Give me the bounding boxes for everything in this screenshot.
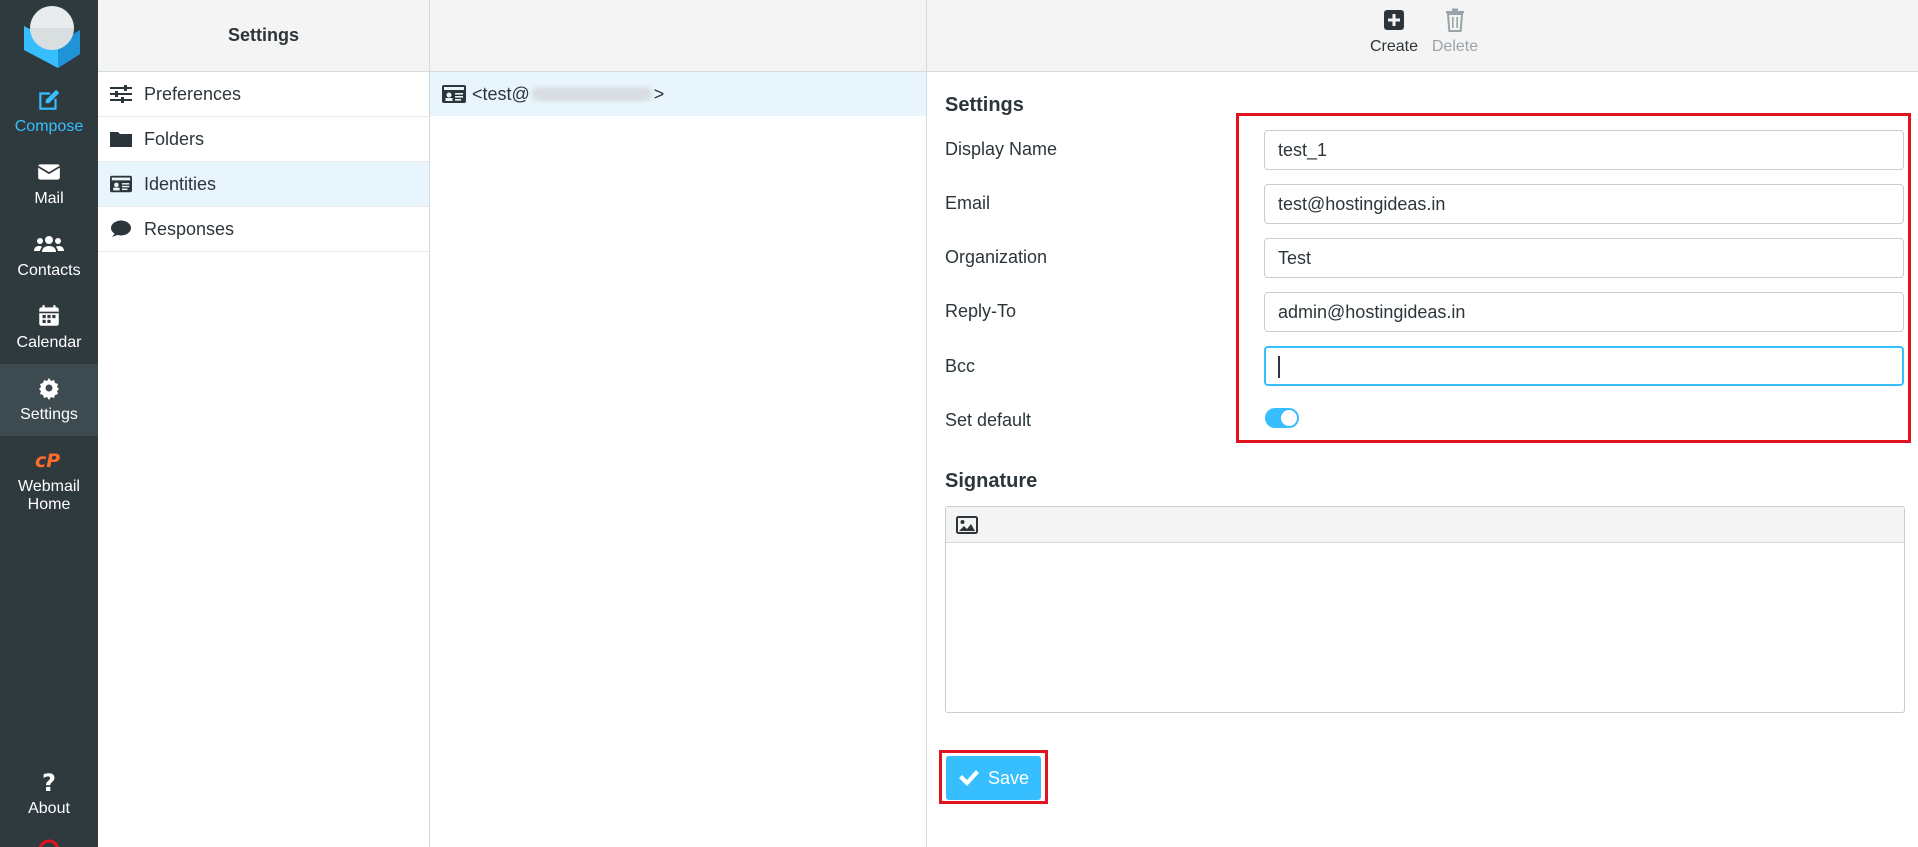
organization-label: Organization [945,247,1048,267]
id-card-icon [110,175,132,193]
trash-icon [1446,8,1464,32]
comment-icon [111,220,131,237]
users-icon [34,236,64,252]
nav-contacts[interactable]: Contacts [0,220,98,292]
identity-email-suffix: > [653,83,665,104]
settings-title: Settings [945,94,1024,116]
nav-about[interactable]: ? About [0,758,98,830]
nav-settings[interactable]: Settings [0,364,98,436]
identity-email-prefix: <test@ [472,83,530,104]
identity-row[interactable]: <test@ > [430,72,926,116]
roundcube-logo[interactable] [14,4,84,68]
settings-sections-panel: Settings Preferences Folders Identities [98,0,430,847]
nav-mail-label: Mail [34,190,64,207]
section-responses-label: Responses [144,218,235,239]
envelope-icon [37,164,61,180]
svg-text:?: ? [42,769,56,796]
folder-icon [110,132,132,147]
section-preferences-label: Preferences [144,83,242,104]
set-default-label: Set default [945,410,1032,430]
cpanel-icon: cP [35,450,60,472]
nav-mail[interactable]: Mail [0,148,98,220]
nav-settings-label: Settings [20,406,78,423]
section-preferences[interactable]: Preferences [98,72,429,117]
section-responses[interactable]: Responses [98,207,429,252]
create-label: Create [1369,38,1419,55]
nav-calendar[interactable]: Calendar [0,292,98,364]
bcc-label: Bcc [945,356,976,376]
set-default-toggle[interactable] [1265,408,1299,428]
identities-list-panel: <test@ > [430,0,927,847]
display-name-input[interactable] [1264,130,1904,170]
organization-input[interactable] [1264,238,1904,278]
power-icon[interactable] [37,838,61,847]
delete-label: Delete [1431,38,1479,55]
email-input[interactable] [1264,184,1904,224]
toolbar: Create Delete [927,0,1918,72]
save-button[interactable]: Save [946,756,1041,800]
nav-compose[interactable]: Compose [0,76,98,148]
compose-icon [39,89,60,110]
identity-editor: Create Delete Settings Display Name Emai… [927,0,1918,847]
nav-calendar-label: Calendar [16,334,82,351]
reply-to-input[interactable] [1264,292,1904,332]
app-navigation: Compose Mail Contacts Calendar Settings … [0,0,98,847]
section-folders[interactable]: Folders [98,117,429,162]
id-card-icon [442,85,466,103]
signature-toolbar [946,507,1904,543]
bcc-input[interactable] [1264,346,1904,386]
signature-editor[interactable] [945,506,1905,713]
section-identities-label: Identities [144,173,217,194]
calendar-icon [39,305,59,326]
signature-title: Signature [945,470,1038,492]
email-label: Email [945,193,991,213]
blurred-domain [531,87,652,101]
reply-to-label: Reply-To [945,301,1017,321]
image-icon[interactable] [956,515,978,534]
gear-icon [39,378,59,400]
nav-webmail-home[interactable]: cP Webmail Home [0,436,98,516]
nav-contacts-label: Contacts [17,262,81,279]
sliders-icon [110,85,132,103]
plus-square-icon [1384,10,1404,30]
check-icon [958,770,979,786]
sections-header: Settings [98,0,429,72]
question-icon: ? [42,769,56,796]
display-name-label: Display Name [945,139,1058,159]
toggle-knob [1281,410,1297,426]
identities-header [430,0,926,72]
nav-webmail-home-label: Webmail Home [18,478,80,513]
create-button[interactable]: Create [1364,8,1424,56]
svg-text:cP: cP [35,450,60,472]
nav-compose-label: Compose [14,118,84,135]
section-folders-label: Folders [144,128,205,149]
section-identities[interactable]: Identities [98,162,429,207]
delete-button[interactable]: Delete [1425,8,1485,56]
save-label: Save [987,767,1030,788]
text-cursor [1278,356,1280,378]
nav-about-label: About [28,800,70,817]
